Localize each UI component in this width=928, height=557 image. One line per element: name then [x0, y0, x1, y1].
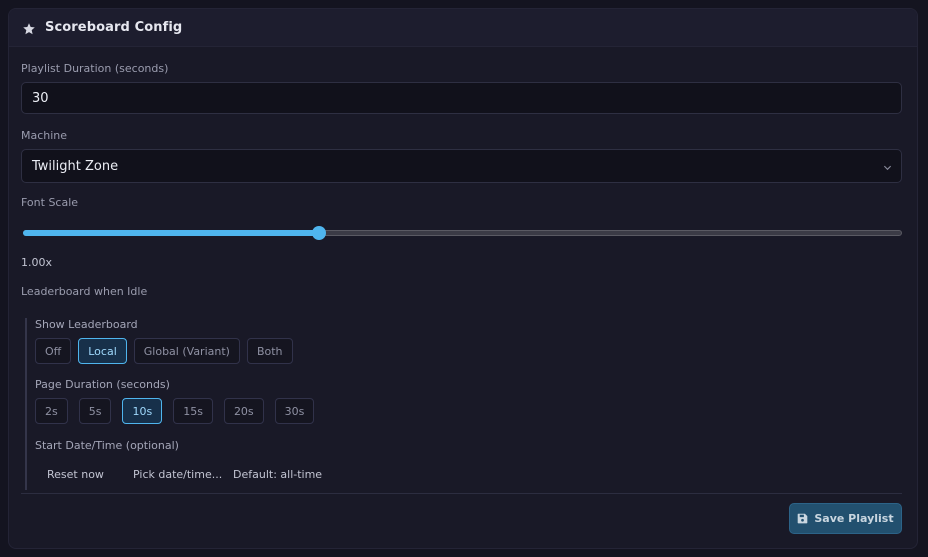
show-leaderboard-option-button[interactable]: Off	[35, 338, 72, 364]
show-leaderboard-label: Show Leaderboard	[35, 318, 138, 331]
start-datetime-actions: Reset now Pick date/time... Default: all…	[47, 468, 322, 481]
scoreboard-config-panel: Scoreboard Config Playlist Duration (sec…	[8, 8, 918, 549]
show-leaderboard-options: Off Local Global (Variant) Both	[35, 338, 293, 364]
page-duration-option-button[interactable]: 20s	[223, 398, 264, 424]
playlist-duration-value: 30	[32, 90, 49, 106]
show-leaderboard-option-button[interactable]: Both	[246, 338, 293, 364]
machine-label: Machine	[21, 129, 68, 142]
leaderboard-section-label: Leaderboard when Idle	[21, 285, 148, 298]
leaderboard-group: Show Leaderboard Off Local Global (Variant…	[25, 318, 907, 490]
playlist-duration-label: Playlist Duration (seconds)	[21, 62, 169, 75]
playlist-duration-input[interactable]: 30	[21, 82, 902, 114]
star-icon	[22, 21, 36, 35]
save-playlist-button[interactable]: Save Playlist	[789, 503, 902, 534]
pick-datetime-button[interactable]: Pick date/time...	[133, 468, 233, 481]
save-icon	[798, 513, 808, 524]
page-duration-option-button[interactable]: 2s	[35, 398, 68, 424]
divider	[21, 493, 902, 494]
panel-header: Scoreboard Config	[9, 9, 917, 47]
default-all-time-text: Default: all-time	[233, 468, 323, 481]
config-form: Playlist Duration (seconds) 30 Machine T…	[21, 47, 903, 548]
panel-title: Scoreboard Config	[45, 20, 183, 35]
reset-now-button[interactable]: Reset now	[47, 468, 133, 481]
font-scale-slider-fill	[23, 230, 320, 236]
page-duration-option-button[interactable]: 5s	[78, 398, 112, 424]
page-duration-options: 2s 5s 10s 15s 20s 30s	[35, 398, 315, 424]
font-scale-label: Font Scale	[21, 196, 79, 209]
machine-select[interactable]: Twilight Zone	[21, 149, 902, 183]
chevron-down-icon	[883, 161, 892, 171]
show-leaderboard-option-button[interactable]: Global (Variant)	[133, 338, 240, 364]
machine-selected-value: Twilight Zone	[32, 158, 119, 174]
font-scale-value: 1.00x	[21, 256, 53, 269]
page-duration-option-button[interactable]: 10s	[122, 398, 163, 424]
page-duration-label: Page Duration (seconds)	[35, 378, 170, 391]
font-scale-slider-thumb[interactable]	[312, 226, 327, 240]
start-datetime-label: Start Date/Time (optional)	[35, 439, 179, 452]
page-duration-option-button[interactable]: 30s	[274, 398, 315, 424]
save-playlist-label: Save Playlist	[814, 512, 894, 525]
page-duration-option-button[interactable]: 15s	[173, 398, 213, 424]
show-leaderboard-option-button[interactable]: Local	[78, 338, 127, 364]
